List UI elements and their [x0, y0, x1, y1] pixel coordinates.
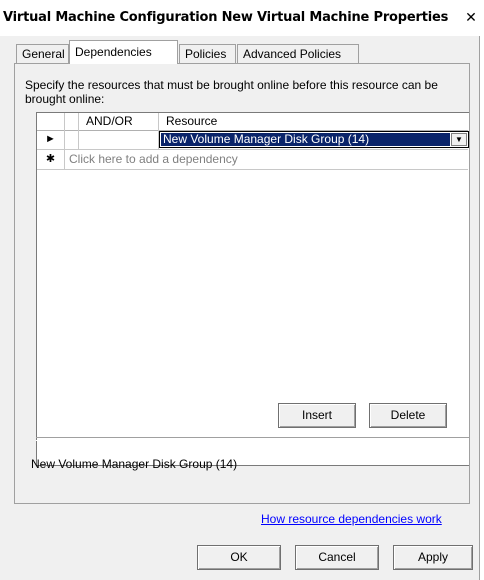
new-dependency-row[interactable]: ✱ Click here to add a dependency — [37, 150, 468, 170]
selected-resource-name: New Volume Manager Disk Group (14) — [31, 457, 238, 471]
tab-general[interactable]: General — [16, 44, 69, 63]
table-row[interactable]: ► New Volume Manager Disk Group (14) ▼ — [37, 130, 469, 150]
instructions-text: Specify the resources that must be broug… — [25, 78, 438, 106]
window-title: Virtual Machine Configuration New Virtua… — [3, 10, 449, 25]
ok-button-label: OK — [230, 550, 248, 564]
tab-dependencies[interactable]: Dependencies — [69, 40, 178, 64]
apply-button-label: Apply — [417, 550, 449, 564]
insert-button-label: Insert — [301, 408, 332, 422]
ok-button[interactable]: OK — [197, 545, 281, 570]
column-header-andor[interactable]: AND/OR — [79, 113, 159, 130]
title-bar[interactable]: Virtual Machine Configuration New Virtua… — [0, 0, 480, 36]
delete-button-label: Delete — [390, 408, 426, 422]
new-row-asterisk-icon: ✱ — [37, 150, 65, 169]
apply-button[interactable]: Apply — [393, 545, 473, 570]
tab-policies[interactable]: Policies — [179, 44, 236, 63]
delete-button[interactable]: Delete — [369, 403, 447, 428]
add-dependency-placeholder[interactable]: Click here to add a dependency — [69, 150, 238, 169]
close-icon[interactable]: ✕ — [463, 9, 479, 25]
properties-dialog: Virtual Machine Configuration New Virtua… — [0, 0, 480, 580]
row-spacer-cell — [65, 130, 79, 149]
tab-advanced-policies[interactable]: Advanced Policies — [237, 44, 359, 63]
grid-header: AND/OR Resource — [37, 113, 468, 131]
current-row-arrow-icon: ► — [37, 130, 65, 149]
header-indicator-cell — [37, 113, 65, 130]
dependencies-panel: Specify the resources that must be broug… — [14, 63, 470, 526]
header-spacer-cell — [65, 113, 79, 130]
cancel-button-label: Cancel — [318, 550, 356, 564]
column-header-resource[interactable]: Resource — [159, 113, 468, 130]
cancel-button[interactable]: Cancel — [295, 545, 379, 570]
chevron-down-icon[interactable]: ▼ — [451, 133, 467, 146]
andor-cell[interactable] — [79, 130, 159, 149]
insert-button[interactable]: Insert — [278, 403, 356, 428]
resource-dropdown-value: New Volume Manager Disk Group (14) — [161, 133, 450, 146]
resource-dropdown[interactable]: New Volume Manager Disk Group (14) ▼ — [159, 131, 469, 148]
divider — [36, 437, 469, 441]
help-link[interactable]: How resource dependencies work — [261, 512, 442, 526]
